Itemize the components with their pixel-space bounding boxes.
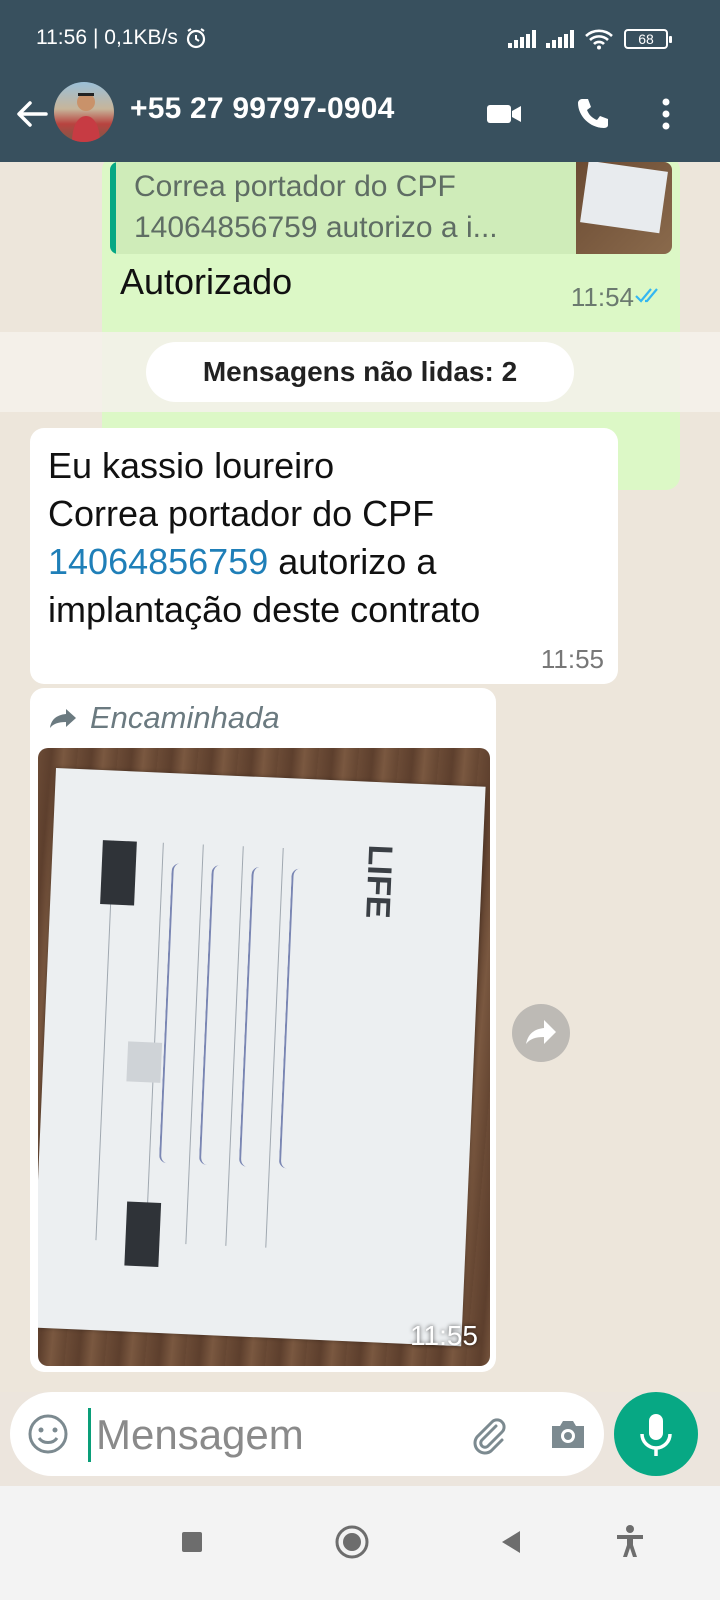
mic-button[interactable] bbox=[614, 1392, 698, 1476]
message-text: Eu kassio loureiro Correa portador do CP… bbox=[48, 445, 481, 630]
accessibility-icon[interactable] bbox=[610, 1522, 650, 1562]
signal-icon bbox=[546, 30, 574, 48]
video-call-icon[interactable] bbox=[484, 94, 524, 134]
forwarded-photo[interactable]: LIFE 11:55 bbox=[38, 748, 490, 1366]
alarm-icon bbox=[186, 28, 205, 49]
status-bar: 11:56 | 0,1KB/s 68 bbox=[0, 0, 720, 80]
top-bar: 11:56 | 0,1KB/s 68 +55 27 99797-0904 bbox=[0, 0, 720, 162]
recents-square-icon[interactable] bbox=[172, 1522, 212, 1562]
chat-header: +55 27 99797-0904 bbox=[0, 80, 720, 162]
forwarded-label: Encaminhada bbox=[48, 700, 280, 736]
signal-icon bbox=[508, 30, 536, 48]
back-arrow-icon[interactable] bbox=[12, 94, 52, 134]
message-text: Autorizado bbox=[120, 261, 293, 302]
forwarded-image-message[interactable]: Encaminhada LIFE 11:55 bbox=[30, 688, 496, 1372]
avatar[interactable] bbox=[54, 82, 114, 142]
forward-share-button[interactable] bbox=[512, 1004, 570, 1062]
unread-divider: Mensagens não lidas: 2 bbox=[0, 332, 720, 412]
cpf-link[interactable]: 14064856759 bbox=[48, 541, 268, 582]
quoted-thumbnail bbox=[576, 162, 672, 254]
incoming-message[interactable]: Eu kassio loureiro Correa portador do CP… bbox=[30, 428, 618, 684]
battery-icon: 68 bbox=[624, 29, 672, 49]
more-vert-icon[interactable] bbox=[646, 94, 686, 134]
contact-name[interactable]: +55 27 99797-0904 bbox=[130, 92, 394, 126]
forward-icon bbox=[526, 1020, 556, 1044]
forward-icon bbox=[50, 709, 76, 728]
network-speed: | 0,1KB/s bbox=[93, 26, 178, 49]
unread-label: Mensagens não lidas: 2 bbox=[146, 342, 574, 402]
wifi-icon bbox=[585, 29, 613, 50]
status-time: 11:56 bbox=[36, 26, 87, 49]
quoted-message[interactable]: Correa portador do CPF 14064856759 autor… bbox=[110, 162, 672, 254]
back-triangle-icon[interactable] bbox=[492, 1522, 532, 1562]
message-composer bbox=[10, 1392, 604, 1476]
system-nav-bar bbox=[0, 1486, 720, 1600]
message-time: 11:55 bbox=[410, 1320, 478, 1351]
image-logo-text: LIFE bbox=[358, 844, 400, 920]
message-time: 11:54 bbox=[570, 282, 634, 312]
double-check-icon bbox=[635, 288, 658, 303]
mic-icon bbox=[640, 1414, 672, 1456]
message-input[interactable] bbox=[96, 1410, 456, 1460]
emoji-icon[interactable] bbox=[26, 1412, 70, 1456]
quoted-text: Correa portador do CPF 14064856759 autor… bbox=[134, 170, 498, 244]
message-time: 11:55 bbox=[540, 644, 604, 674]
chat-area[interactable]: Correa portador do CPF 14064856759 autor… bbox=[0, 162, 720, 1392]
contract-document-image: LIFE bbox=[38, 768, 486, 1347]
phone-call-icon[interactable] bbox=[572, 94, 612, 134]
camera-icon[interactable] bbox=[546, 1412, 590, 1456]
home-circle-icon[interactable] bbox=[332, 1522, 372, 1562]
attach-icon[interactable] bbox=[466, 1412, 510, 1456]
